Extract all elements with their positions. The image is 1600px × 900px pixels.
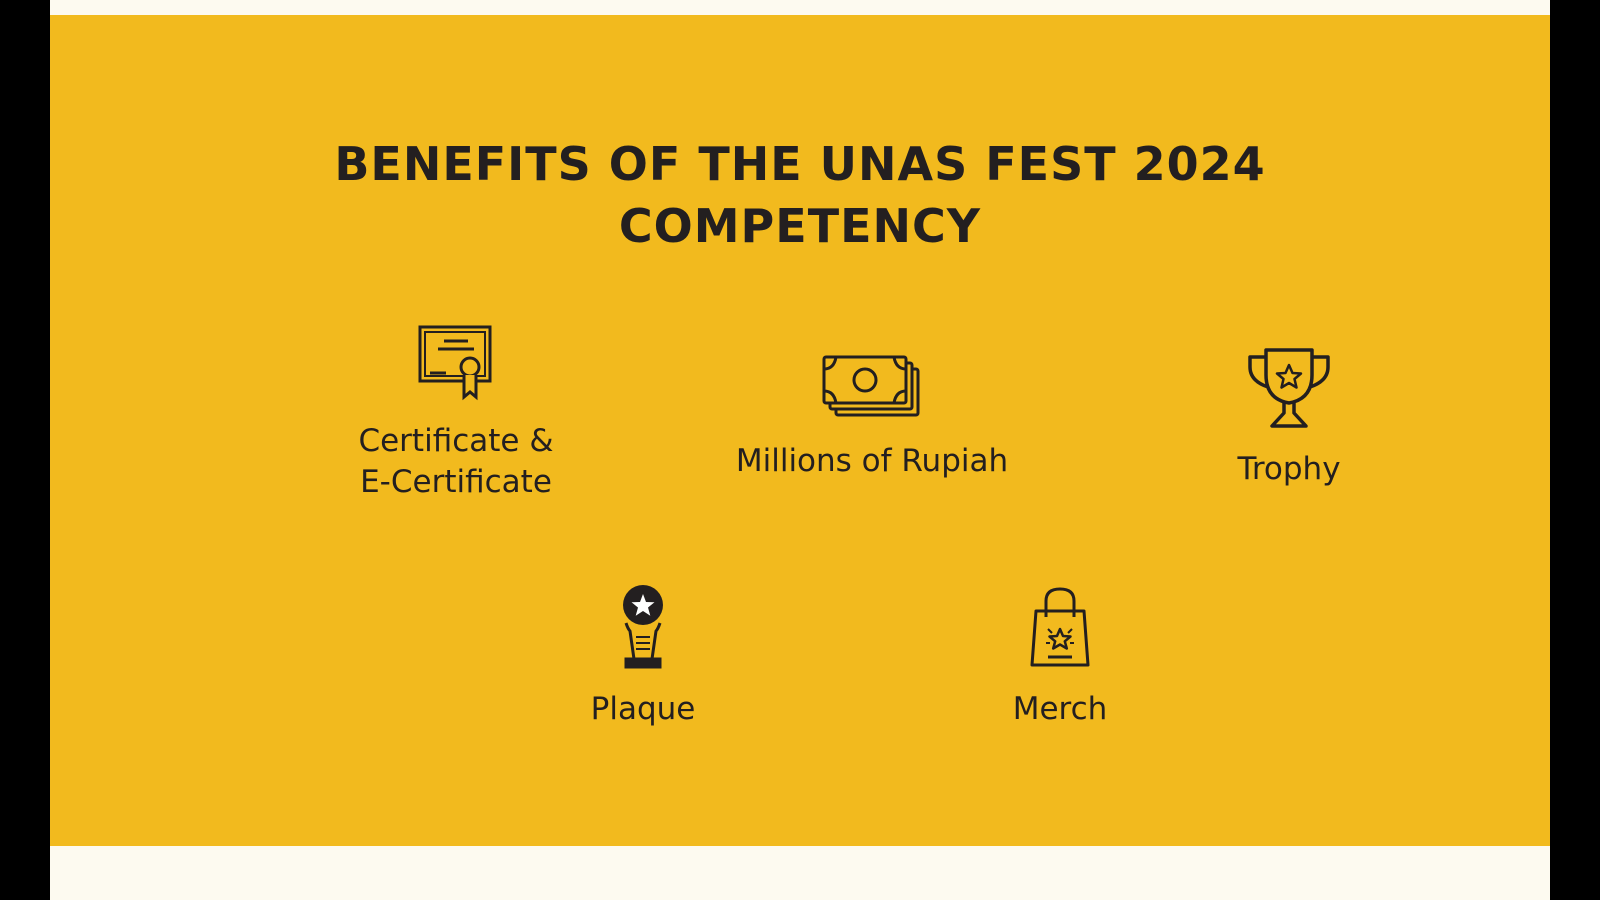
money-icon: [822, 355, 920, 417]
benefit-trophy: Trophy: [1139, 347, 1439, 490]
benefit-label: Trophy: [1237, 451, 1341, 487]
benefit-merch: Merch: [910, 587, 1210, 730]
benefit-label: Merch: [1012, 691, 1108, 727]
title-line-2: Competency: [618, 199, 982, 253]
certificate-icon: [418, 325, 492, 401]
title-line-1: Benefits of the UNAS FEST 2024: [334, 137, 1266, 191]
benefit-label: Plaque: [590, 691, 696, 727]
benefit-money: Millions of Rupiah: [672, 355, 1072, 482]
shopping-bag-icon: [1030, 587, 1090, 667]
benefit-certificate: Certificate & E-Certificate: [306, 325, 606, 503]
benefit-plaque: Plaque: [493, 585, 793, 730]
benefits-panel: Benefits of the UNAS FEST 2024 Competenc…: [50, 15, 1550, 846]
benefit-label: Certificate & E-Certificate: [358, 423, 554, 500]
plaque-icon: [623, 585, 663, 669]
trophy-icon: [1248, 348, 1330, 428]
benefit-label: Millions of Rupiah: [735, 443, 1009, 479]
slide: Benefits of the UNAS FEST 2024 Competenc…: [50, 0, 1550, 900]
page-title: Benefits of the UNAS FEST 2024 Competenc…: [50, 133, 1550, 257]
